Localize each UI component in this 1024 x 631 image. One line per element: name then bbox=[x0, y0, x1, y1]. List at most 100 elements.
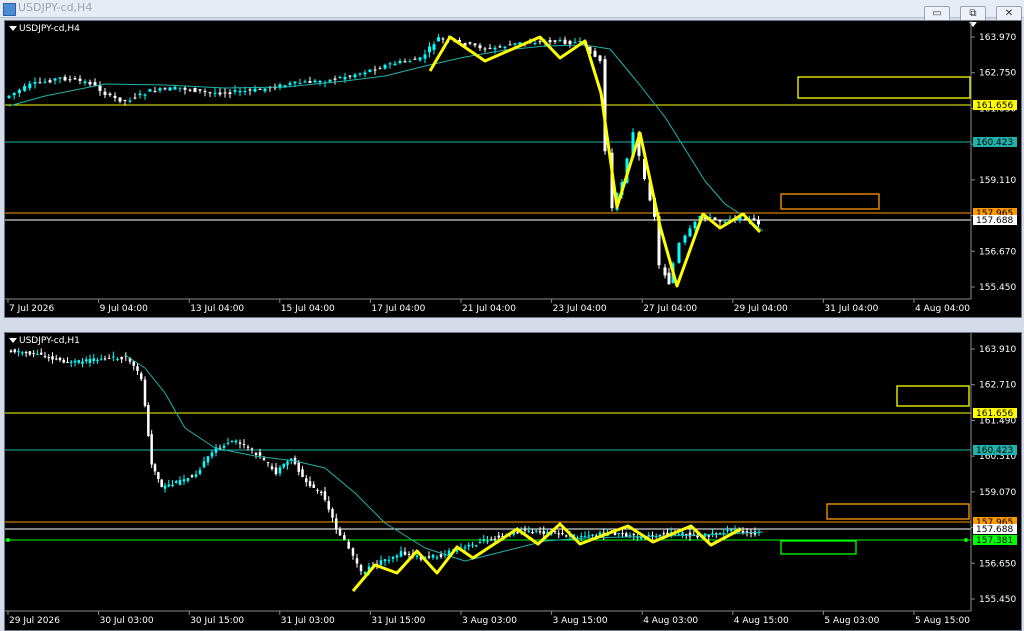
chart-window-h4[interactable]: USDJPY-cd,H4 ▭ ⧉ ✕ USDJPY-cd,H4 163.970 1… bbox=[0, 0, 1024, 320]
candle bbox=[348, 75, 352, 77]
candle bbox=[63, 76, 67, 81]
candle bbox=[78, 78, 82, 81]
candle bbox=[407, 553, 411, 555]
candle bbox=[335, 518, 338, 530]
candle bbox=[47, 357, 50, 359]
candle bbox=[238, 91, 242, 93]
candle bbox=[563, 39, 567, 44]
zigzag-line bbox=[428, 35, 762, 288]
candle bbox=[263, 88, 267, 92]
candle bbox=[234, 440, 238, 443]
candle bbox=[120, 356, 123, 360]
chart-area-h1[interactable]: USDJPY-cd,H1 163.910 162.710 161.490 160.31… bbox=[4, 332, 1022, 631]
candle bbox=[171, 484, 174, 487]
candle bbox=[233, 90, 237, 92]
candle bbox=[418, 57, 422, 61]
candle bbox=[21, 352, 24, 354]
candle bbox=[17, 351, 20, 353]
candle bbox=[17, 89, 21, 94]
candle bbox=[538, 531, 542, 533]
window-titlebar[interactable]: USDJPY-cd,H4 ▭ ⧉ ✕ bbox=[0, 0, 1024, 22]
candle bbox=[718, 220, 722, 222]
candle bbox=[147, 405, 150, 437]
candle bbox=[535, 530, 538, 532]
candle bbox=[391, 556, 395, 559]
candle bbox=[24, 352, 28, 354]
time-tick-label: 3 Aug 15:00 bbox=[553, 616, 608, 626]
candle bbox=[383, 559, 387, 562]
candle bbox=[435, 557, 439, 559]
candle bbox=[591, 534, 594, 536]
price-chart-h1: 163.910162.710161.490160.310159.070157.8… bbox=[5, 333, 1017, 626]
candle bbox=[565, 535, 568, 537]
candle bbox=[250, 448, 254, 450]
candle bbox=[77, 360, 80, 363]
candle bbox=[463, 547, 467, 549]
candle bbox=[88, 81, 92, 85]
candle bbox=[553, 40, 557, 42]
candle bbox=[583, 536, 587, 538]
time-tick-label: 9 Jul 04:00 bbox=[100, 304, 149, 314]
time-tick-label: 30 Jul 15:00 bbox=[190, 616, 244, 626]
demand-anchor-dot bbox=[964, 538, 968, 542]
window-title: USDJPY-cd,H4 bbox=[18, 1, 93, 14]
time-tick-label: 7 Jul 2026 bbox=[9, 304, 54, 314]
candle bbox=[312, 484, 315, 488]
candle bbox=[9, 350, 13, 353]
candle bbox=[393, 63, 397, 66]
candle bbox=[13, 349, 17, 353]
candle bbox=[228, 92, 232, 94]
candle bbox=[663, 267, 667, 276]
candle bbox=[533, 43, 537, 45]
candle bbox=[379, 560, 383, 565]
candle bbox=[688, 532, 692, 537]
candle bbox=[88, 358, 92, 363]
candle bbox=[395, 555, 399, 558]
time-tick-label: 31 Jul 03:00 bbox=[281, 616, 335, 626]
candle bbox=[93, 82, 97, 86]
candle bbox=[193, 87, 197, 93]
candle bbox=[632, 534, 635, 536]
chart-window-h1[interactable]: USDJPY-cd,H1 163.910 162.710 161.490 160.31… bbox=[0, 322, 1024, 631]
moving-average-line bbox=[8, 44, 764, 232]
candle bbox=[373, 69, 377, 71]
candle bbox=[730, 529, 733, 531]
candle bbox=[150, 434, 153, 465]
candle bbox=[598, 55, 602, 61]
price-tick-label: 162.710 bbox=[979, 381, 1016, 391]
candle bbox=[343, 535, 346, 540]
candle bbox=[198, 89, 202, 91]
candle bbox=[553, 531, 557, 533]
candle bbox=[625, 533, 628, 537]
candle bbox=[403, 551, 407, 555]
chart-area-h4[interactable]: USDJPY-cd,H4 163.970162.750161.030160.31… bbox=[4, 20, 1022, 318]
candle bbox=[378, 68, 382, 70]
candle bbox=[338, 528, 342, 536]
demand-zone-box bbox=[780, 540, 857, 555]
candle bbox=[383, 64, 387, 69]
price-level-tag-label: 157.688 bbox=[976, 216, 1013, 226]
candle bbox=[428, 46, 431, 53]
candle bbox=[163, 485, 167, 489]
candle bbox=[745, 531, 749, 533]
candle bbox=[113, 95, 117, 98]
candle bbox=[297, 462, 300, 472]
candle bbox=[62, 360, 65, 363]
candle bbox=[471, 544, 474, 546]
candle bbox=[7, 95, 11, 98]
candle bbox=[493, 538, 497, 540]
demand-anchor-dot bbox=[6, 538, 10, 542]
candle bbox=[355, 558, 359, 564]
price-chart-h4: 163.970162.750161.030160.310159.110157.8… bbox=[5, 21, 1017, 314]
price-tick-label: 159.110 bbox=[979, 176, 1016, 186]
candle bbox=[508, 44, 512, 46]
candle bbox=[432, 44, 436, 50]
candle bbox=[254, 452, 258, 455]
candle bbox=[210, 452, 214, 457]
candle bbox=[163, 88, 167, 90]
price-level-tag-label: 157.688 bbox=[976, 525, 1013, 535]
candle bbox=[223, 92, 227, 94]
candle bbox=[246, 446, 250, 448]
candle bbox=[70, 361, 73, 363]
price-tick-label: 156.670 bbox=[979, 247, 1016, 257]
